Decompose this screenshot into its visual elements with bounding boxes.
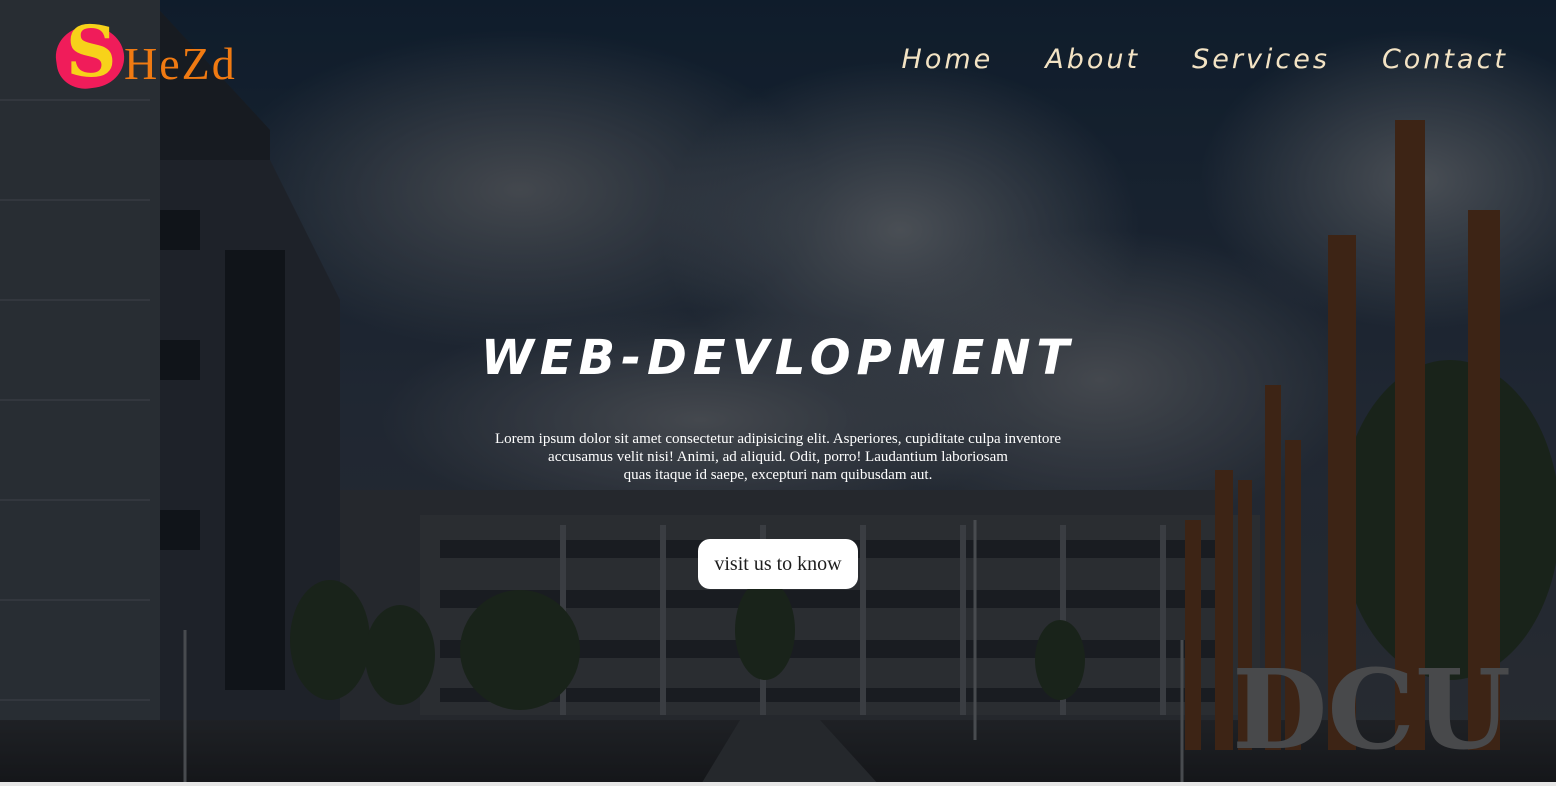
page-bottom-edge	[0, 782, 1556, 786]
dark-overlay	[0, 0, 1556, 786]
main-nav: Home About Services Contact	[902, 38, 1508, 82]
hero-description-line-2: accusamus velit nisi! Animi, ad aliquid.…	[548, 449, 1008, 465]
hero-description-line-1: Lorem ipsum dolor sit amet consectetur a…	[494, 431, 1062, 447]
nav-about[interactable]: About	[1045, 38, 1140, 82]
nav-services[interactable]: Services	[1192, 38, 1330, 82]
hero-section: DCU S HeZd Home About Services Contact W…	[0, 0, 1556, 786]
hero-title: WEB-DEVLOPMENT	[480, 330, 1076, 386]
nav-contact[interactable]: Contact	[1382, 38, 1508, 82]
logo-wordmark: HeZd	[124, 38, 237, 89]
logo-initial: S	[66, 10, 117, 93]
hero-description: Lorem ipsum dolor sit amet consectetur a…	[470, 430, 1086, 484]
nav-home[interactable]: Home	[902, 38, 994, 82]
visit-button[interactable]: visit us to know	[698, 539, 858, 589]
hero-description-line-3: quas itaque id saepe, excepturi nam quib…	[623, 467, 933, 483]
brand-logo[interactable]: S HeZd	[52, 12, 294, 100]
